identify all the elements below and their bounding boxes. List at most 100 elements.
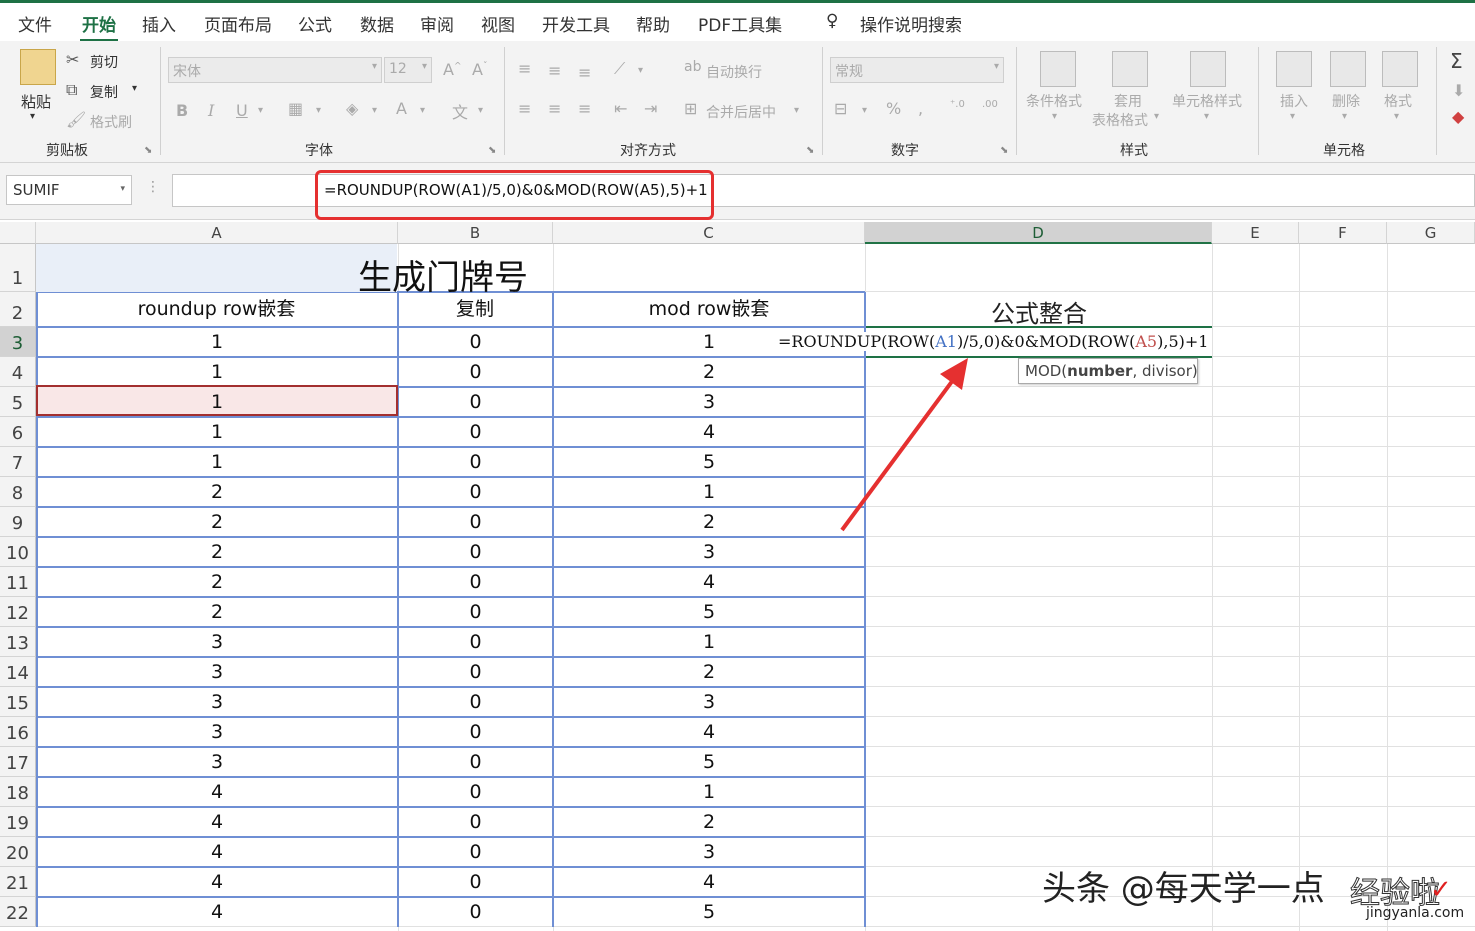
font-name-combo[interactable]: 宋体 ▾ (168, 57, 382, 83)
font-launcher-icon[interactable]: ⬊ (488, 145, 496, 156)
cell-b7[interactable]: 0 (398, 447, 553, 477)
menu-tab-2[interactable]: 插入 (142, 11, 176, 36)
cell-a11[interactable]: 2 (36, 567, 398, 597)
grow-font-icon[interactable]: A^ (443, 60, 462, 79)
cell-a18[interactable]: 4 (36, 777, 398, 807)
phonetic-dropdown-icon[interactable]: ▾ (478, 105, 483, 116)
bold-button[interactable]: B (176, 101, 188, 120)
borders-icon[interactable]: ▦ (288, 99, 303, 118)
underline-dropdown-icon[interactable]: ▾ (258, 105, 263, 116)
row-header[interactable]: 9 (0, 507, 36, 537)
cell-c13[interactable]: 1 (553, 627, 865, 657)
align-top-icon[interactable]: ≡ (518, 59, 531, 78)
cell-c21[interactable]: 4 (553, 867, 865, 897)
underline-button[interactable]: U (236, 101, 248, 120)
format-painter-button[interactable]: 格式刷 (90, 112, 132, 132)
clipboard-launcher-icon[interactable]: ⬊ (144, 145, 152, 156)
cell-a15[interactable]: 3 (36, 687, 398, 717)
name-box[interactable]: SUMIF ▾ (6, 175, 132, 205)
header-cell-a2[interactable]: roundup row嵌套 (36, 294, 397, 325)
font-color-dropdown-icon[interactable]: ▾ (420, 105, 425, 116)
row-header[interactable]: 15 (0, 687, 36, 717)
cell-c9[interactable]: 2 (553, 507, 865, 537)
row-header[interactable]: 22 (0, 897, 36, 927)
delete-cells-icon[interactable] (1330, 51, 1366, 87)
cell-b8[interactable]: 0 (398, 477, 553, 507)
menu-tab-0[interactable]: 文件 (18, 11, 52, 36)
align-right-icon[interactable]: ≡ (578, 99, 591, 118)
cell-b22[interactable]: 0 (398, 897, 553, 927)
autosum-icon[interactable]: Σ (1450, 49, 1463, 73)
menu-tab-7[interactable]: 视图 (481, 11, 515, 36)
cell-a19[interactable]: 4 (36, 807, 398, 837)
cell-a13[interactable]: 3 (36, 627, 398, 657)
column-header-E[interactable]: E (1212, 222, 1299, 244)
cut-button[interactable]: 剪切 (90, 52, 118, 72)
row-header[interactable]: 8 (0, 477, 36, 507)
cell-b4[interactable]: 0 (398, 357, 553, 387)
row-header[interactable]: 3 (0, 327, 36, 357)
percent-icon[interactable]: % (886, 99, 901, 118)
cell-d3-edit-text[interactable]: =ROUNDUP(ROW(A1)/5,0)&0&MOD(ROW(A5),5)+1 (778, 332, 1209, 351)
table-format-icon[interactable] (1112, 51, 1148, 87)
cell-c5[interactable]: 3 (553, 387, 865, 417)
column-header-F[interactable]: F (1299, 222, 1387, 244)
delete-cells-button[interactable]: 删除 (1332, 91, 1360, 111)
table-format-button-line1[interactable]: 套用 (1114, 91, 1142, 111)
fill-down-icon[interactable]: ⬇ (1452, 81, 1465, 100)
fill-color-icon[interactable]: ◈ (346, 99, 358, 118)
cell-c7[interactable]: 5 (553, 447, 865, 477)
cell-a14[interactable]: 3 (36, 657, 398, 687)
phonetic-icon[interactable]: 文 (452, 99, 468, 123)
cell-a9[interactable]: 2 (36, 507, 398, 537)
wrap-text-button[interactable]: 自动换行 (706, 62, 762, 82)
cell-b15[interactable]: 0 (398, 687, 553, 717)
cell-c11[interactable]: 4 (553, 567, 865, 597)
number-format-combo[interactable]: 常规 ▾ (830, 57, 1004, 83)
menu-tab-8[interactable]: 开发工具 (542, 11, 610, 36)
cell-b13[interactable]: 0 (398, 627, 553, 657)
cell-a16[interactable]: 3 (36, 717, 398, 747)
format-cells-button[interactable]: 格式 (1384, 91, 1412, 111)
merge-center-icon[interactable]: ⊞ (684, 99, 697, 118)
cell-c22[interactable]: 5 (553, 897, 865, 927)
comma-style-icon[interactable]: , (918, 99, 923, 118)
menu-tab-4[interactable]: 公式 (298, 11, 332, 36)
align-middle-icon[interactable]: ≡ (548, 61, 561, 80)
conditional-format-icon[interactable] (1040, 51, 1076, 87)
column-header-A[interactable]: A (36, 222, 398, 244)
row-header[interactable]: 19 (0, 807, 36, 837)
tell-me-search[interactable]: 操作说明搜索 (860, 11, 962, 36)
cell-b6[interactable]: 0 (398, 417, 553, 447)
accounting-dropdown-icon[interactable]: ▾ (862, 105, 867, 116)
merge-center-button[interactable]: 合并后居中 (706, 102, 776, 122)
row-header[interactable]: 1 (0, 244, 36, 292)
row-header[interactable]: 5 (0, 387, 36, 417)
cell-a10[interactable]: 2 (36, 537, 398, 567)
row-header[interactable]: 20 (0, 837, 36, 867)
header-cell-d2[interactable]: 公式整合 (866, 292, 1212, 328)
row-header[interactable]: 11 (0, 567, 36, 597)
cell-c16[interactable]: 4 (553, 717, 865, 747)
cell-a7[interactable]: 1 (36, 447, 398, 477)
cell-b3[interactable]: 0 (398, 327, 553, 357)
wrap-text-icon[interactable]: ab (684, 59, 701, 75)
row-header[interactable]: 12 (0, 597, 36, 627)
paste-button[interactable]: 粘贴 (21, 91, 51, 112)
column-header-G[interactable]: G (1387, 222, 1475, 244)
cell-c14[interactable]: 2 (553, 657, 865, 687)
tooltip-arg-divisor[interactable]: divisor) (1142, 362, 1198, 380)
column-header-D[interactable]: D (865, 222, 1212, 244)
header-cell-c2[interactable]: mod row嵌套 (553, 294, 865, 325)
row-header[interactable]: 16 (0, 717, 36, 747)
cell-a8[interactable]: 2 (36, 477, 398, 507)
cell-b17[interactable]: 0 (398, 747, 553, 777)
cell-a22[interactable]: 4 (36, 897, 398, 927)
cell-a21[interactable]: 4 (36, 867, 398, 897)
paste-icon[interactable] (20, 49, 56, 85)
cell-b9[interactable]: 0 (398, 507, 553, 537)
menu-tab-1[interactable]: 开始 (82, 11, 116, 36)
cell-c12[interactable]: 5 (553, 597, 865, 627)
drag-handle-icon[interactable]: ⋮ (146, 179, 160, 195)
cell-b20[interactable]: 0 (398, 837, 553, 867)
